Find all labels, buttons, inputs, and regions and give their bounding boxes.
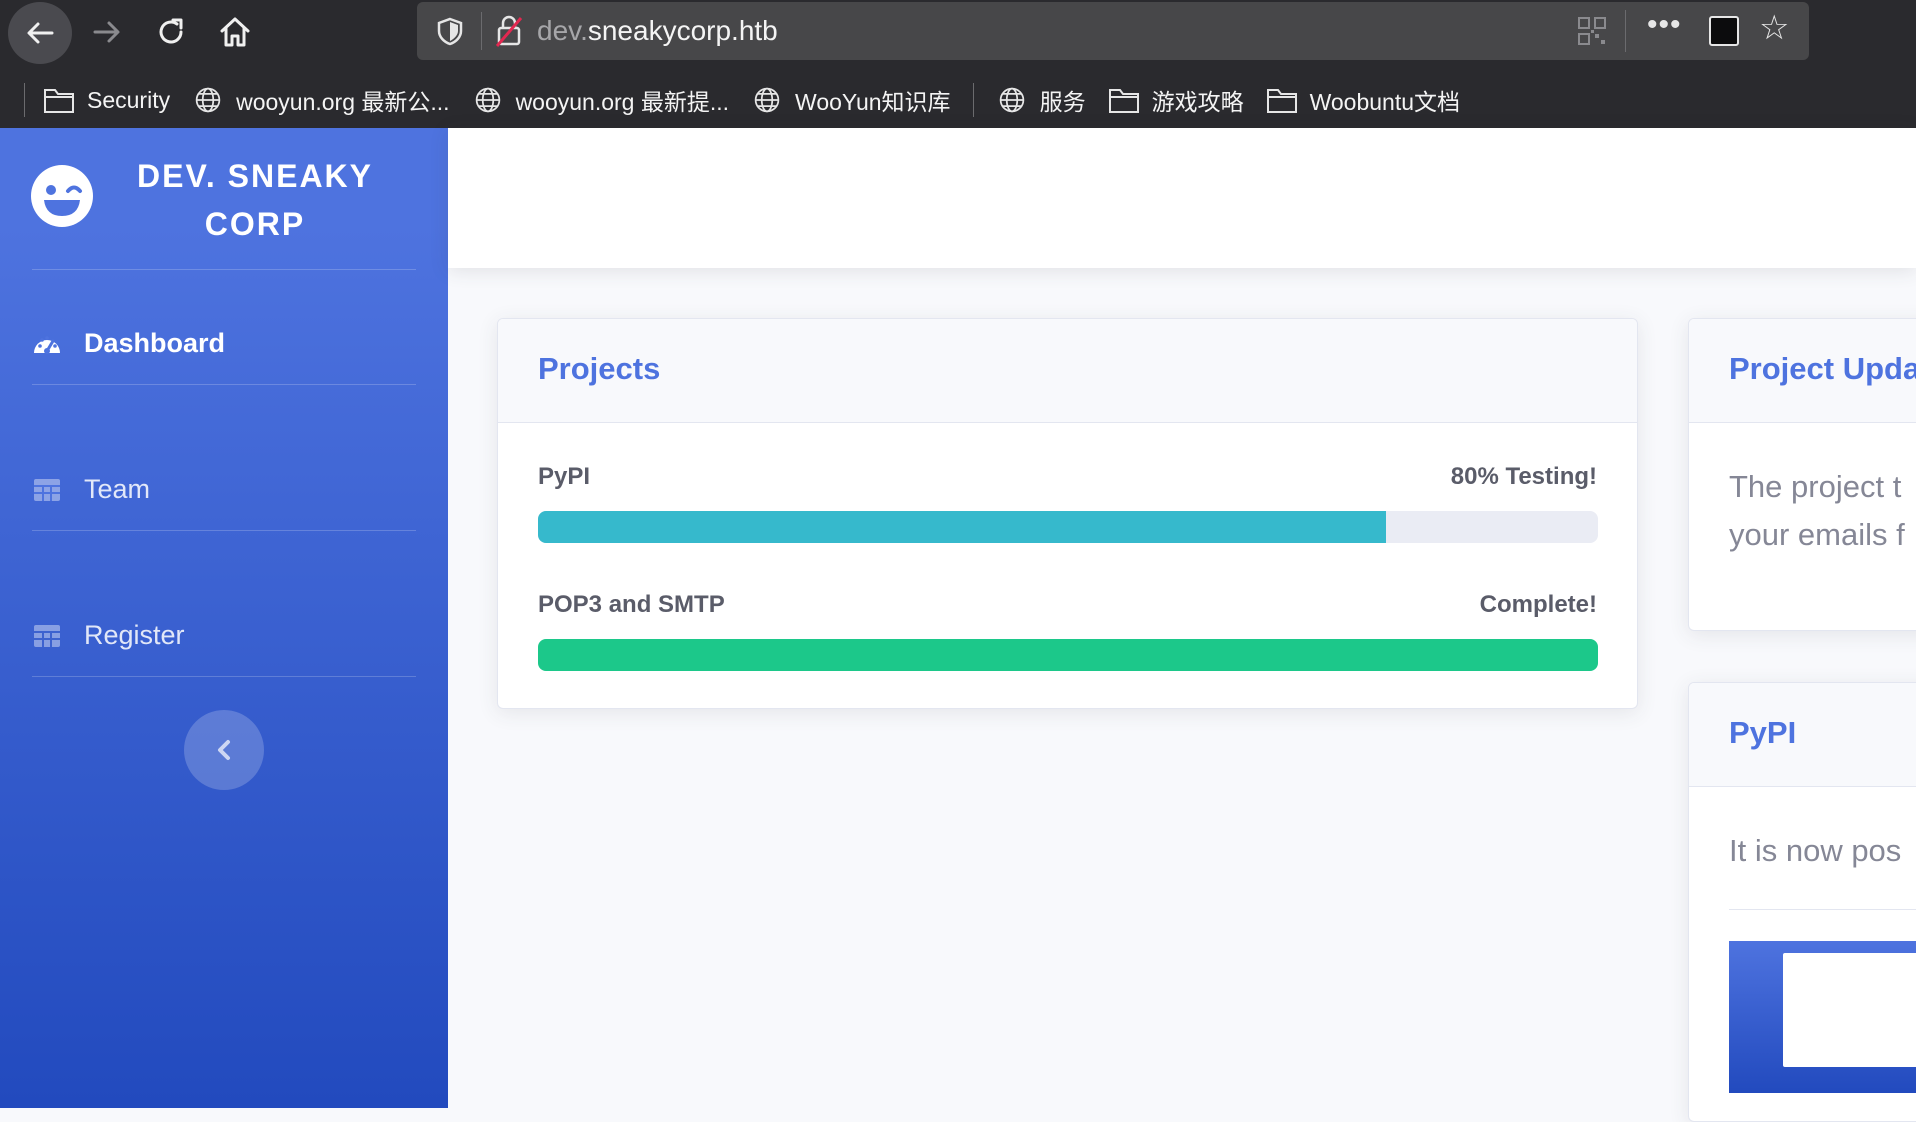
- progress-fill: [538, 639, 1598, 671]
- bookmark-separator: [972, 83, 974, 117]
- qr-code-icon[interactable]: [1577, 16, 1607, 46]
- sidebar-divider: [32, 676, 416, 677]
- project-updates-card: Project Upda The project t your emails f: [1688, 318, 1916, 631]
- card-title: Project Upda: [1729, 351, 1916, 386]
- shield-icon[interactable]: [435, 16, 465, 46]
- back-button[interactable]: [8, 2, 72, 64]
- project-progress-bar: [538, 511, 1598, 543]
- project-status: Complete!: [1479, 591, 1597, 618]
- card-body-text: The project t: [1729, 469, 1902, 504]
- card-divider: [1729, 909, 1916, 910]
- home-icon: [220, 17, 250, 47]
- reload-button[interactable]: [140, 2, 202, 62]
- bookmark-game-guides[interactable]: 游戏攻略: [1108, 83, 1244, 117]
- brand-line-1: DEV. SNEAKY: [137, 158, 373, 194]
- projects-card: Projects PyPI 80% Testing! POP3 and SMTP…: [497, 318, 1638, 709]
- bookmark-star-icon[interactable]: ☆: [1759, 8, 1789, 48]
- screenshot-image: [1729, 941, 1916, 1093]
- sidebar-divider: [32, 530, 416, 531]
- bookmark-separator: [24, 83, 25, 117]
- screenshot-image-inner: [1783, 953, 1916, 1067]
- sidebar-item-team[interactable]: Team: [32, 474, 150, 505]
- chevron-left-icon: [218, 740, 230, 760]
- sidebar-item-register[interactable]: Register: [32, 620, 185, 651]
- sidebar-divider: [32, 384, 416, 385]
- bookmark-label: wooyun.org 最新公...: [236, 89, 450, 115]
- sidebar-item-dashboard[interactable]: Dashboard: [32, 328, 225, 359]
- pocket-icon[interactable]: [1709, 16, 1739, 46]
- project-name: PyPI: [538, 463, 591, 490]
- browser-chrome: dev.sneakycorp.htb ••• ☆ Security wooyun…: [0, 0, 1916, 128]
- card-header: Projects: [498, 319, 1637, 423]
- url-divider: [481, 12, 482, 50]
- globe-icon: [999, 87, 1024, 113]
- bookmark-label: wooyun.org 最新提...: [515, 89, 730, 115]
- bookmark-label: 服务: [1039, 89, 1086, 115]
- url-bar[interactable]: dev.sneakycorp.htb ••• ☆: [417, 2, 1809, 60]
- project-name: POP3 and SMTP: [538, 591, 725, 618]
- arrow-left-icon: [27, 22, 54, 44]
- bookmark-label: Woobuntu文档: [1309, 89, 1460, 115]
- sidebar-divider: [32, 269, 416, 270]
- bookmark-security[interactable]: Security: [43, 86, 170, 114]
- bookmark-services[interactable]: 服务: [996, 83, 1086, 117]
- laugh-wink-icon: [31, 165, 93, 227]
- reload-icon: [159, 18, 183, 44]
- progress-fill: [538, 511, 1386, 543]
- table-icon: [34, 478, 60, 501]
- sidebar-item-label: Dashboard: [84, 328, 226, 358]
- card-body-text: It is now pos: [1729, 833, 1902, 868]
- globe-icon: [475, 87, 500, 113]
- sidebar-item-label: Team: [84, 474, 151, 504]
- url-subdomain: dev.: [537, 15, 588, 46]
- bookmark-woobuntu-docs[interactable]: Woobuntu文档: [1266, 83, 1460, 117]
- url-text[interactable]: dev.sneakycorp.htb: [537, 15, 778, 47]
- folder-icon: [44, 89, 74, 113]
- topbar: [448, 128, 1916, 268]
- folder-icon: [1108, 89, 1139, 113]
- card-header: PyPI: [1689, 683, 1916, 787]
- sidebar-brand[interactable]: DEV. SNEAKY CORP: [0, 128, 448, 268]
- bookmark-wooyun-latest-submit[interactable]: wooyun.org 最新提...: [472, 83, 729, 117]
- bookmark-wooyun-latest-public[interactable]: wooyun.org 最新公...: [192, 83, 450, 117]
- url-host: sneakycorp.htb: [587, 15, 778, 46]
- card-title: PyPI: [1729, 715, 1797, 750]
- bookmark-wooyun-knowledge[interactable]: WooYun知识库: [751, 83, 951, 117]
- pypi-card: PyPI It is now pos: [1688, 682, 1916, 1122]
- card-header: Project Upda: [1689, 319, 1916, 423]
- bookmarks-toolbar: Security wooyun.org 最新公... wooyun.org 最新…: [0, 76, 1916, 124]
- table-icon: [34, 624, 60, 647]
- brand-name: DEV. SNEAKY CORP: [110, 152, 400, 248]
- sidebar-toggle-button[interactable]: [184, 710, 264, 790]
- project-progress-bar: [538, 639, 1598, 671]
- arrow-right-icon: [93, 21, 120, 43]
- card-body-text: your emails f: [1729, 517, 1905, 552]
- url-divider: [1625, 10, 1626, 52]
- home-button[interactable]: [204, 2, 266, 62]
- insecure-lock-icon[interactable]: [491, 12, 527, 50]
- globe-icon: [754, 87, 780, 113]
- sidebar-item-label: Register: [84, 620, 185, 650]
- folder-icon: [1266, 89, 1297, 113]
- bookmark-label: Security: [87, 86, 171, 113]
- bookmark-label: 游戏攻略: [1151, 89, 1244, 115]
- globe-icon: [195, 87, 221, 113]
- sidebar: DEV. SNEAKY CORP Dashboard Team Register: [0, 128, 448, 1108]
- forward-button[interactable]: [76, 2, 138, 62]
- tachometer-icon: [34, 335, 60, 354]
- bookmark-label: WooYun知识库: [795, 89, 951, 115]
- project-status: 80% Testing!: [1450, 463, 1597, 490]
- brand-line-2: CORP: [204, 206, 306, 242]
- more-actions-icon[interactable]: •••: [1647, 8, 1682, 42]
- card-title: Projects: [538, 351, 661, 386]
